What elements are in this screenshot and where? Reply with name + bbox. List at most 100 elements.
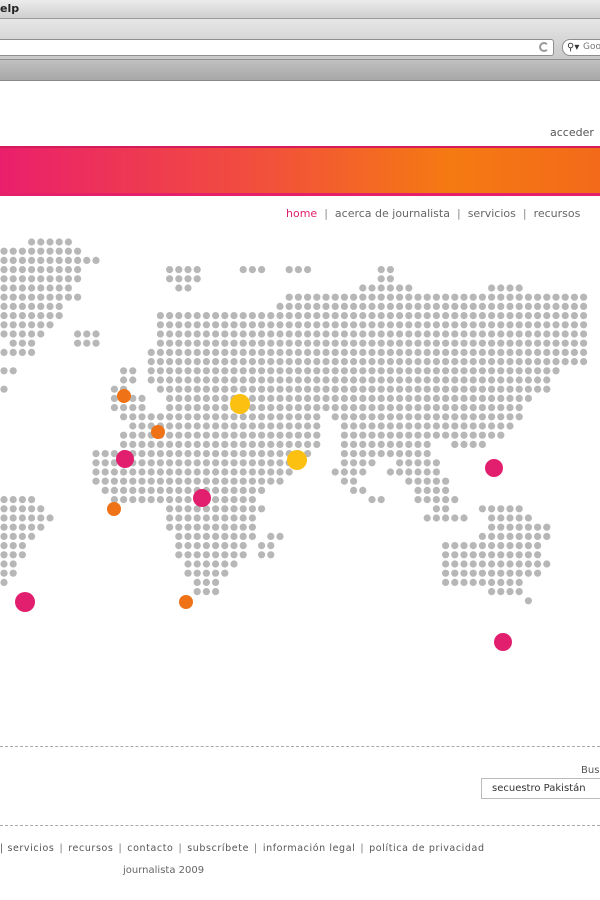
- divider: [0, 825, 600, 826]
- land-dot: [386, 302, 394, 310]
- land-dot: [230, 560, 238, 568]
- land-dot: [478, 302, 486, 310]
- search-input[interactable]: secuestro Pakistán: [481, 778, 600, 799]
- land-dot: [340, 431, 348, 439]
- land-dot: [331, 413, 339, 421]
- land-dot: [432, 339, 440, 347]
- land-dot: [414, 302, 422, 310]
- news-marker[interactable]: [494, 633, 512, 651]
- reload-icon[interactable]: [539, 42, 549, 52]
- browser-search-field[interactable]: ⚲▾ Goo: [562, 39, 600, 56]
- land-dot: [488, 551, 496, 559]
- land-dot: [239, 450, 247, 458]
- land-dot: [258, 266, 266, 274]
- land-dots: [0, 238, 588, 605]
- land-dot: [202, 450, 210, 458]
- nav-home[interactable]: home: [286, 207, 317, 220]
- land-dot: [350, 440, 358, 448]
- land-dot: [129, 367, 137, 375]
- land-dot: [478, 394, 486, 402]
- land-dot: [506, 523, 514, 531]
- land-dot: [350, 477, 358, 485]
- land-dot: [239, 477, 247, 485]
- land-dot: [166, 505, 174, 513]
- land-dot: [304, 376, 312, 384]
- news-marker[interactable]: [485, 459, 503, 477]
- address-bar[interactable]: [0, 39, 554, 56]
- land-dot: [405, 385, 413, 393]
- land-dot: [202, 459, 210, 467]
- land-dot: [497, 413, 505, 421]
- land-dot: [212, 468, 220, 476]
- land-dot: [156, 358, 164, 366]
- news-marker[interactable]: [117, 389, 131, 403]
- login-link[interactable]: acceder: [550, 126, 594, 139]
- land-dot: [331, 302, 339, 310]
- footer-link-services[interactable]: servicios: [7, 843, 54, 854]
- land-dot: [359, 440, 367, 448]
- land-dot: [368, 404, 376, 412]
- land-dot: [156, 450, 164, 458]
- land-dot: [230, 413, 238, 421]
- nav-services[interactable]: servicios: [468, 207, 516, 220]
- news-marker[interactable]: [151, 425, 165, 439]
- land-dot: [83, 256, 91, 264]
- land-dot: [18, 266, 26, 274]
- land-dot: [258, 348, 266, 356]
- land-dot: [322, 330, 330, 338]
- footer-link-resources[interactable]: recursos: [68, 843, 113, 854]
- land-dot: [285, 394, 293, 402]
- land-dot: [64, 293, 72, 301]
- land-dot: [543, 358, 551, 366]
- land-dot: [92, 256, 100, 264]
- nav-about[interactable]: acerca de journalista: [335, 207, 450, 220]
- land-dot: [469, 542, 477, 550]
- land-dot: [37, 266, 45, 274]
- land-dot: [396, 422, 404, 430]
- land-dot: [28, 514, 36, 522]
- land-dot: [267, 450, 275, 458]
- news-marker[interactable]: [179, 595, 193, 609]
- land-dot: [488, 385, 496, 393]
- news-marker[interactable]: [287, 450, 307, 470]
- land-dot: [64, 247, 72, 255]
- land-dot: [202, 312, 210, 320]
- footer-link-contact[interactable]: contacto: [127, 843, 173, 854]
- land-dot: [506, 532, 514, 540]
- land-dot: [193, 358, 201, 366]
- land-dot: [37, 321, 45, 329]
- land-dot: [561, 312, 569, 320]
- news-marker[interactable]: [193, 489, 211, 507]
- land-dot: [515, 293, 523, 301]
- land-dot: [212, 496, 220, 504]
- land-dot: [0, 266, 8, 274]
- land-dot: [193, 367, 201, 375]
- land-dot: [506, 293, 514, 301]
- land-dot: [322, 385, 330, 393]
- footer-link-privacy[interactable]: política de privacidad: [369, 843, 484, 854]
- land-dot: [570, 293, 579, 301]
- help-menu[interactable]: elp: [0, 2, 19, 15]
- land-dot: [258, 477, 266, 485]
- land-dot: [543, 376, 551, 384]
- news-marker[interactable]: [230, 394, 250, 414]
- land-dot: [239, 339, 247, 347]
- land-dot: [469, 293, 477, 301]
- news-marker[interactable]: [107, 502, 121, 516]
- land-dot: [276, 385, 284, 393]
- land-dot: [129, 422, 137, 430]
- land-dot: [377, 367, 385, 375]
- footer-link-subscribe[interactable]: subscríbete: [187, 843, 249, 854]
- news-marker[interactable]: [116, 450, 134, 468]
- land-dot: [221, 367, 229, 375]
- land-dot: [368, 376, 376, 384]
- land-dot: [166, 486, 174, 494]
- land-dot: [175, 321, 183, 329]
- land-dot: [331, 468, 339, 476]
- land-dot: [276, 330, 284, 338]
- nav-resources[interactable]: recursos: [534, 207, 581, 220]
- land-dot: [580, 358, 588, 366]
- land-dot: [0, 256, 8, 264]
- footer-link-legal[interactable]: información legal: [263, 843, 356, 854]
- news-marker[interactable]: [15, 592, 35, 612]
